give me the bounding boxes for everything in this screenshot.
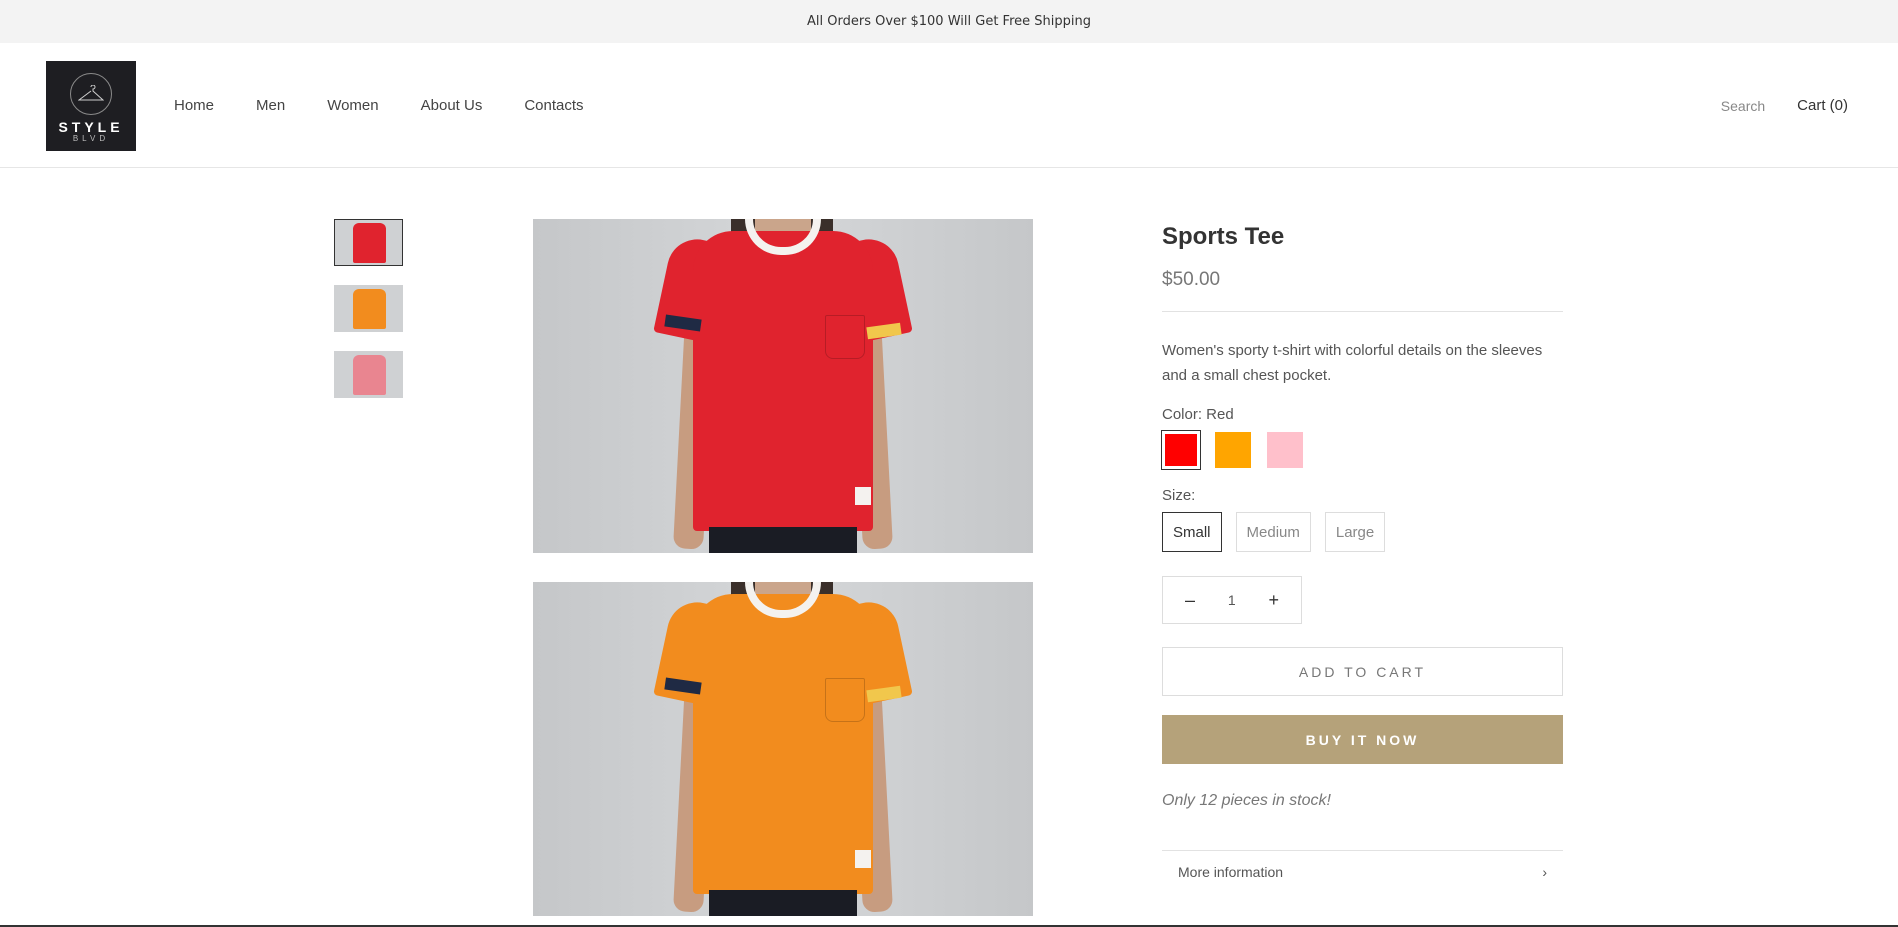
pants	[709, 890, 857, 916]
color-label: Color: Red	[1162, 406, 1234, 423]
quantity-stepper: – 1 +	[1162, 576, 1302, 624]
store-logo[interactable]: STYLE BLVD	[46, 61, 136, 151]
announcement-text: All Orders Over $100 Will Get Free Shipp…	[807, 14, 1091, 29]
product-info: Sports Tee $50.00 Women's sporty t-shirt…	[1161, 219, 1563, 892]
pants	[709, 527, 857, 553]
size-label: Size:	[1162, 487, 1196, 504]
size-options: Small Medium Large	[1162, 512, 1563, 552]
add-to-cart-button[interactable]: ADD TO CART	[1162, 647, 1563, 696]
thumbnail-list	[334, 219, 403, 398]
stock-notice: Only 12 pieces in stock!	[1162, 792, 1331, 809]
chevron-right-icon: ›	[1542, 863, 1547, 880]
hanger-icon	[70, 73, 112, 115]
product-price: $50.00	[1162, 269, 1221, 290]
header-actions: Search Cart (0)	[1721, 97, 1848, 114]
logo-text-main: STYLE	[58, 119, 124, 135]
site-header: STYLE BLVD Home Men Women About Us Conta…	[0, 43, 1898, 168]
shirt-body	[693, 594, 873, 894]
nav-men[interactable]: Men	[256, 97, 285, 114]
swatch-orange[interactable]	[1214, 431, 1252, 469]
size-small[interactable]: Small	[1162, 512, 1222, 552]
swatch-pink[interactable]	[1266, 431, 1304, 469]
more-information-label: More information	[1178, 863, 1284, 880]
quantity-value[interactable]: 1	[1228, 592, 1236, 608]
plus-icon[interactable]: +	[1268, 590, 1279, 611]
more-information-toggle[interactable]: More information ›	[1162, 850, 1563, 892]
product-description: Women's sporty t-shirt with colorful det…	[1162, 342, 1543, 384]
shirt-tag	[855, 850, 871, 868]
minus-icon[interactable]: –	[1185, 590, 1195, 611]
color-swatches	[1161, 430, 1563, 470]
thumbnail-pink[interactable]	[334, 351, 403, 398]
announcement-bar: All Orders Over $100 Will Get Free Shipp…	[0, 0, 1898, 43]
product-image-orange[interactable]	[533, 582, 1033, 916]
thumbnail-shirt	[353, 223, 386, 263]
thumbnail-shirt	[353, 355, 386, 395]
swatch-red[interactable]	[1161, 430, 1201, 470]
shirt-tag	[855, 487, 871, 505]
size-large[interactable]: Large	[1324, 512, 1386, 552]
chest-pocket	[825, 315, 865, 359]
product-image-red[interactable]	[533, 219, 1033, 553]
divider	[1162, 311, 1563, 312]
product-title: Sports Tee	[1162, 223, 1285, 250]
search-link[interactable]: Search	[1721, 98, 1765, 114]
thumbnail-orange[interactable]	[334, 285, 403, 332]
main-nav: Home Men Women About Us Contacts	[174, 97, 626, 114]
nav-about-us[interactable]: About Us	[421, 97, 483, 114]
nav-women[interactable]: Women	[327, 97, 378, 114]
logo-text-sub: BLVD	[72, 134, 110, 143]
buy-it-now-button[interactable]: BUY IT NOW	[1162, 715, 1563, 764]
nav-contacts[interactable]: Contacts	[524, 97, 583, 114]
thumbnail-shirt	[353, 289, 386, 329]
shirt-body	[693, 231, 873, 531]
cart-link[interactable]: Cart (0)	[1797, 97, 1848, 114]
size-medium[interactable]: Medium	[1235, 512, 1311, 552]
thumbnail-red[interactable]	[334, 219, 403, 266]
nav-home[interactable]: Home	[174, 97, 214, 114]
chest-pocket	[825, 678, 865, 722]
